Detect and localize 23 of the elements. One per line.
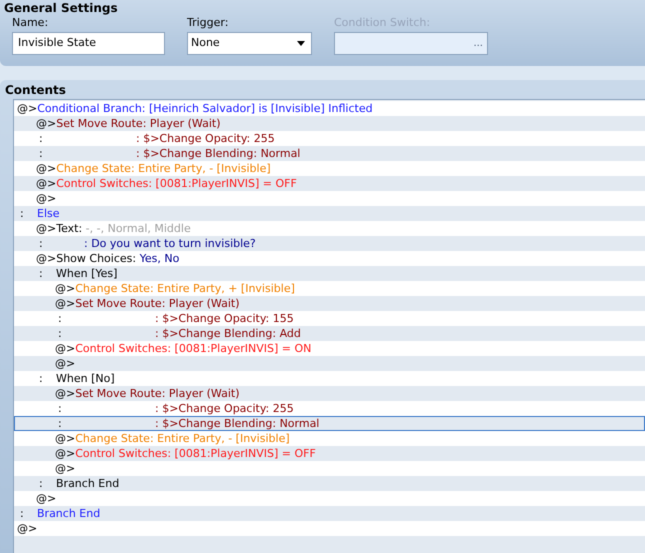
command-row[interactable]: : : $>Change Opacity: 155 [14, 311, 645, 326]
command-row[interactable]: @>Change State: Entire Party, + [Invisible] [14, 281, 645, 296]
command-row[interactable]: @>Change State: Entire Party, - [Invisible] [14, 431, 645, 446]
field-label: Name: [12, 16, 50, 30]
command-row[interactable]: : : $>Change Blending: Normal [14, 416, 645, 431]
command-row[interactable]: @>Conditional Branch: [Heinrich Salvador] is [Invisible] Inflicted [14, 101, 645, 116]
command-row[interactable]: : : $>Change Opacity: 255 [14, 401, 645, 416]
dropdown-arrow-icon [297, 41, 305, 46]
name-input[interactable]: Invisible State [12, 32, 165, 55]
section-title: General Settings [4, 1, 119, 15]
command-row[interactable]: @> [14, 191, 645, 206]
command-row[interactable]: @> [14, 461, 645, 476]
command-row[interactable]: @> [14, 521, 645, 536]
command-row[interactable]: : : $>Change Opacity: 255 [14, 131, 645, 146]
command-row[interactable]: : When [No] [14, 371, 645, 386]
section-title: Contents [5, 83, 67, 97]
field-label: Trigger: [187, 16, 230, 30]
command-row[interactable]: @>Text: -, -, Normal, Middle [14, 221, 645, 236]
trigger-dropdown[interactable]: None [187, 32, 312, 55]
command-row[interactable]: @>Change State: Entire Party, - [Invisible] [14, 161, 645, 176]
command-row[interactable]: @> [14, 491, 645, 506]
command-row[interactable]: @>Show Choices: Yes, No [14, 251, 645, 266]
command-row[interactable]: @>Control Switches: [0081:PlayerINVIS] = ON [14, 341, 645, 356]
